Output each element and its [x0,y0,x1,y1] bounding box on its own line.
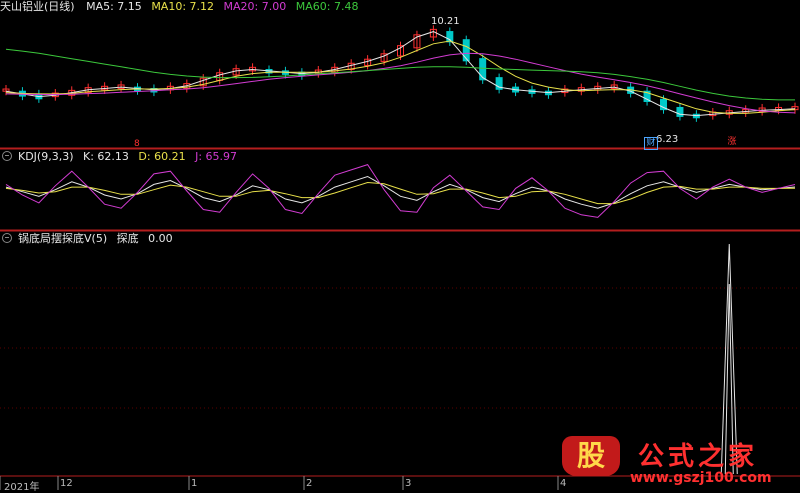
watermark-url: www.gszj100.com [630,470,772,486]
price-annotations: 10.21 6.23 [431,16,678,145]
watermark-logo: 股 [562,436,620,476]
watermark: 股 公式之家 www.gszj100.com [560,436,796,490]
ma5-label: MA5: 7.15 [86,0,142,13]
watermark-name: 公式之家 [638,442,759,472]
series-line-ma20 [5,52,796,114]
kdj-plot [5,164,796,218]
stock-title[interactable]: 天山铝业(日线) [0,0,75,13]
x-axis-label-year: 2021年 [4,482,40,493]
kdj-panel-header: KDJ(9,3,3) K: 62.13 D: 60.21 J: 65.97 [0,150,243,164]
kdj-collapse-icon[interactable] [2,151,12,161]
main-candlestick-plot [2,25,799,122]
kdj-d-label: D: 60.21 [138,150,186,163]
kdj-k-label: K: 62.13 [83,150,129,163]
candle-body [462,39,470,62]
indicator-series-label: 探底 [116,232,139,245]
candle-body [479,58,487,81]
event-badge[interactable]: 8 [134,139,140,150]
ma20-label: MA20: 7.00 [223,0,287,13]
x-axis-label-month: 1 [191,478,198,489]
kdj-title[interactable]: KDJ(9,3,3) [18,150,74,163]
series-line-j [5,164,796,218]
candle-body [676,106,684,117]
ma10-label: MA10: 7.12 [151,0,215,13]
x-axis-label-month: 3 [405,478,412,489]
rise-badge[interactable]: 涨 [726,137,738,148]
indicator-title[interactable]: 锅底局摆探底V(5) [18,232,107,245]
indicator-panel-header: 锅底局摆探底V(5) 探底 0.00 [0,232,179,246]
low-price-label: 6.23 [656,134,678,145]
high-price-label: 10.21 [431,16,460,27]
indicator-collapse-icon[interactable] [2,233,12,243]
x-axis-label-month: 2 [306,478,313,489]
finance-badge[interactable]: 财 [644,137,658,150]
chart-canvas: 10.21 6.23 [0,16,800,490]
main-panel-header: 天山铝业(日线) MA5: 7.15 MA10: 7.12 MA20: 7.00… [0,0,364,14]
indicator-value-label: 0.00 [148,232,173,245]
series-line-k [5,175,796,209]
x-axis-label-month: 12 [60,478,73,489]
kdj-j-label: J: 65.97 [195,150,238,163]
ma60-label: MA60: 7.48 [295,0,359,13]
